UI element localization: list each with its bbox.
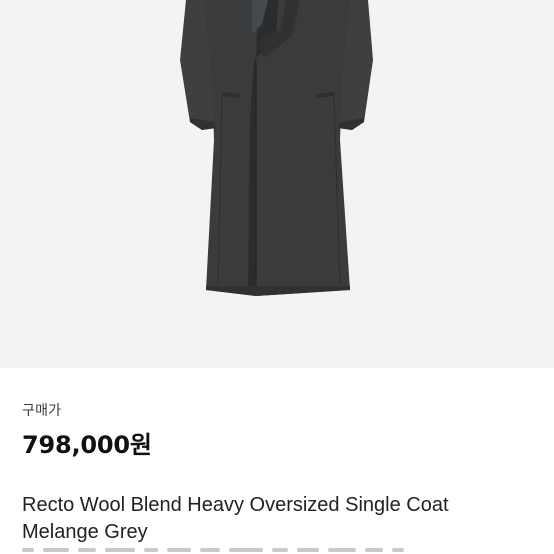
product-detail-page: 구매가 798,000원 Recto Wool Blend Heavy Over… — [0, 0, 554, 554]
product-title: Recto Wool Blend Heavy Oversized Single … — [22, 492, 542, 546]
product-title-line-1: Recto Wool Blend Heavy Oversized Single … — [22, 494, 449, 516]
truncated-text-line — [22, 548, 442, 554]
product-image[interactable] — [0, 0, 554, 368]
product-title-line-2: Melange Grey — [22, 521, 148, 543]
coat-illustration — [180, 0, 373, 296]
price-value: 798,000원 — [22, 431, 152, 459]
price-label: 구매가 — [22, 403, 62, 419]
